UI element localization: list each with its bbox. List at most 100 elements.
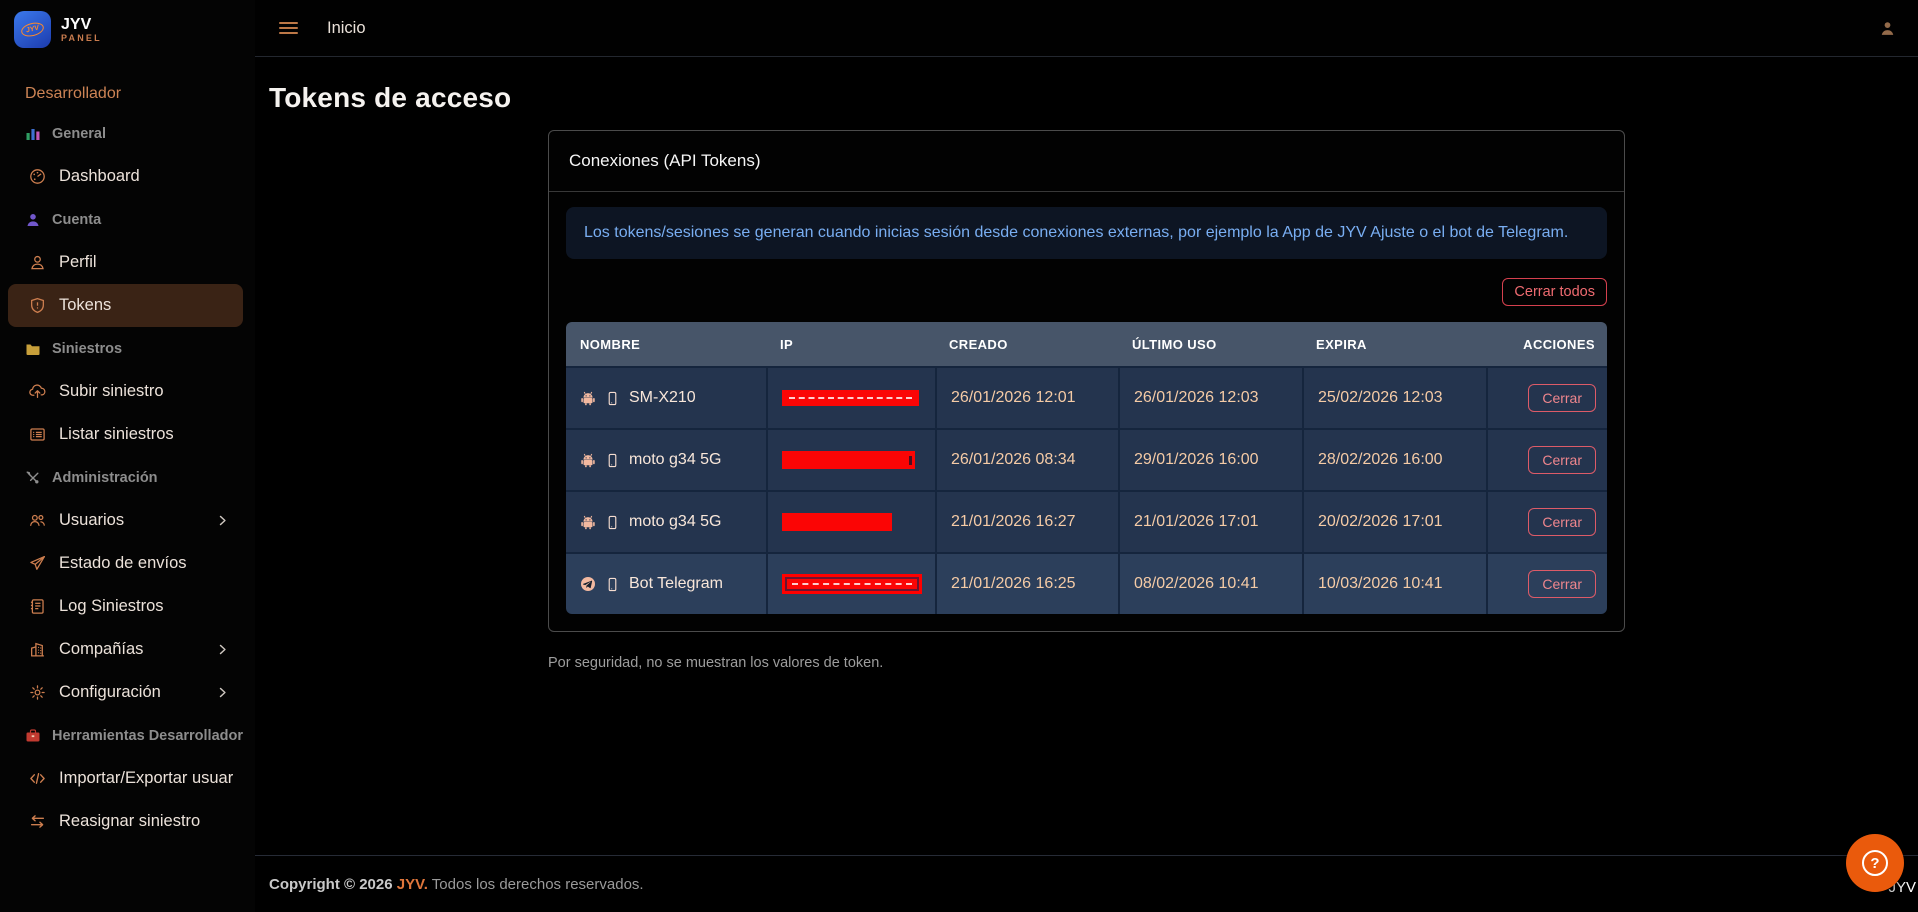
help-icon: ?: [1862, 850, 1888, 876]
android-icon: [580, 514, 596, 530]
arrow-left-right-icon: [29, 813, 46, 830]
sidebar-item-subir-siniestro[interactable]: Subir siniestro: [0, 370, 255, 413]
close-token-button[interactable]: Cerrar: [1528, 570, 1596, 598]
info-alert: Los tokens/sesiones se generan cuando in…: [566, 207, 1607, 259]
topbar: Inicio: [255, 0, 1918, 57]
briefcase-icon: [25, 728, 41, 744]
token-expires-cell: 10/03/2026 10:41: [1302, 554, 1486, 614]
journal-icon: [29, 598, 46, 615]
hamburger-icon[interactable]: [279, 22, 298, 34]
android-icon: [580, 390, 596, 406]
sidebar-item-log-siniestros[interactable]: Log Siniestros: [0, 585, 255, 628]
token-actions-cell: Cerrar: [1486, 554, 1609, 614]
chevron-right-icon: [216, 643, 229, 656]
brand-name: JYV: [61, 16, 102, 33]
token-ip-cell: [766, 554, 935, 614]
sidebar-section-general: General: [0, 112, 255, 155]
table-header-row: NOMBREIPCREADOÚLTIMO USOEXPIRAACCIONES: [566, 322, 1607, 366]
column-header-ip: IP: [766, 337, 935, 352]
token-expires-cell: 28/02/2026 16:00: [1302, 430, 1486, 490]
telegram-icon: [580, 576, 596, 592]
token-created-cell: 26/01/2026 12:01: [935, 368, 1118, 428]
token-ip-cell: [766, 430, 935, 490]
token-name-cell: SM-X210: [566, 368, 766, 428]
sidebar-item-tokens[interactable]: Tokens: [8, 284, 243, 327]
redacted-ip-bar: [782, 390, 919, 406]
close-token-button[interactable]: Cerrar: [1528, 446, 1596, 474]
redacted-ip-bar: [782, 574, 922, 594]
token-name-cell: Bot Telegram: [566, 554, 766, 614]
card-list-icon: [29, 426, 46, 443]
person-icon: [29, 254, 46, 271]
sidebar-section-siniestros: Siniestros: [0, 327, 255, 370]
token-created-cell: 21/01/2026 16:25: [935, 554, 1118, 614]
token-expires-cell: 20/02/2026 17:01: [1302, 492, 1486, 552]
main-content: Tokens de acceso Conexiones (API Tokens)…: [255, 57, 1918, 855]
token-last-use-cell: 29/01/2026 16:00: [1118, 430, 1302, 490]
folder-icon: [25, 341, 41, 357]
token-last-use-cell: 08/02/2026 10:41: [1118, 554, 1302, 614]
brand-logo-icon[interactable]: JYV: [14, 11, 51, 48]
redacted-ip-bar: [782, 513, 892, 531]
phone-icon: [605, 577, 620, 592]
token-actions-cell: Cerrar: [1486, 492, 1609, 552]
sidebar-section-administracion: Administración: [0, 456, 255, 499]
sidebar-item-estado-de-envios[interactable]: Estado de envíos: [0, 542, 255, 585]
token-name-cell: moto g34 5G: [566, 492, 766, 552]
column-header-ultimo-uso: ÚLTIMO USO: [1118, 337, 1302, 352]
sidebar-item-listar-siniestros[interactable]: Listar siniestros: [0, 413, 255, 456]
sidebar-item-usuarios[interactable]: Usuarios: [0, 499, 255, 542]
token-created-cell: 21/01/2026 16:27: [935, 492, 1118, 552]
column-header-acciones: ACCIONES: [1486, 337, 1609, 352]
brand: JYV JYV PANEL: [0, 0, 255, 48]
close-token-button[interactable]: Cerrar: [1528, 508, 1596, 536]
token-name: SM-X210: [629, 389, 696, 407]
brand-subtitle: PANEL: [61, 33, 102, 43]
person-fill-icon: [25, 212, 41, 228]
copyright-brand: JYV.: [397, 876, 428, 893]
sidebar-section-cuenta: Cuenta: [0, 198, 255, 241]
card-title: Conexiones (API Tokens): [549, 131, 1624, 192]
token-ip-cell: [766, 492, 935, 552]
token-last-use-cell: 26/01/2026 12:03: [1118, 368, 1302, 428]
security-footnote: Por seguridad, no se muestran los valore…: [548, 655, 1625, 671]
token-last-use-cell: 21/01/2026 17:01: [1118, 492, 1302, 552]
tools-icon: [25, 470, 41, 486]
column-header-creado: CREADO: [935, 337, 1118, 352]
table-row: Bot Telegram 21/01/2026 16:25 08/02/2026…: [566, 552, 1607, 614]
token-name: moto g34 5G: [629, 451, 722, 469]
sidebar-item-importar-exportar-usuar[interactable]: Importar/Exportar usuar: [0, 757, 255, 800]
token-actions-cell: Cerrar: [1486, 368, 1609, 428]
logo-oval-icon: JYV: [20, 20, 46, 38]
column-header-expira: EXPIRA: [1302, 337, 1486, 352]
help-button[interactable]: ?: [1846, 834, 1904, 892]
sidebar: JYV JYV PANEL Desarrollador General Dash…: [0, 0, 255, 912]
sidebar-section-herramientas-desarrollador: Herramientas Desarrollador: [0, 714, 255, 757]
people-icon: [29, 512, 46, 529]
redacted-ip-bar: [782, 451, 915, 469]
table-row: SM-X210 26/01/2026 12:01 26/01/2026 12:0…: [566, 366, 1607, 428]
bar-chart-icon: [25, 126, 41, 142]
column-header-nombre: NOMBRE: [566, 337, 766, 352]
token-expires-cell: 25/02/2026 12:03: [1302, 368, 1486, 428]
close-all-button[interactable]: Cerrar todos: [1502, 278, 1607, 306]
token-created-cell: 26/01/2026 08:34: [935, 430, 1118, 490]
sidebar-item-companias[interactable]: Compañías: [0, 628, 255, 671]
cloud-upload-icon: [29, 383, 46, 400]
sidebar-item-dashboard[interactable]: Dashboard: [0, 155, 255, 198]
tokens-card: Conexiones (API Tokens) Los tokens/sesio…: [548, 130, 1625, 632]
phone-icon: [605, 453, 620, 468]
sidebar-nav: General Dashboard Cuenta Perfil Tokens S…: [0, 112, 255, 843]
sidebar-item-reasignar-siniestro[interactable]: Reasignar siniestro: [0, 800, 255, 843]
token-name: moto g34 5G: [629, 513, 722, 531]
close-token-button[interactable]: Cerrar: [1528, 384, 1596, 412]
person-icon[interactable]: [1879, 20, 1896, 37]
sidebar-item-configuracion[interactable]: Configuración: [0, 671, 255, 714]
send-icon: [29, 555, 46, 572]
chevron-right-icon: [216, 514, 229, 527]
sidebar-item-perfil[interactable]: Perfil: [0, 241, 255, 284]
nav-inicio-link[interactable]: Inicio: [327, 19, 366, 38]
table-row: moto g34 5G 26/01/2026 08:34 29/01/2026 …: [566, 428, 1607, 490]
token-name-cell: moto g34 5G: [566, 430, 766, 490]
token-ip-cell: [766, 368, 935, 428]
